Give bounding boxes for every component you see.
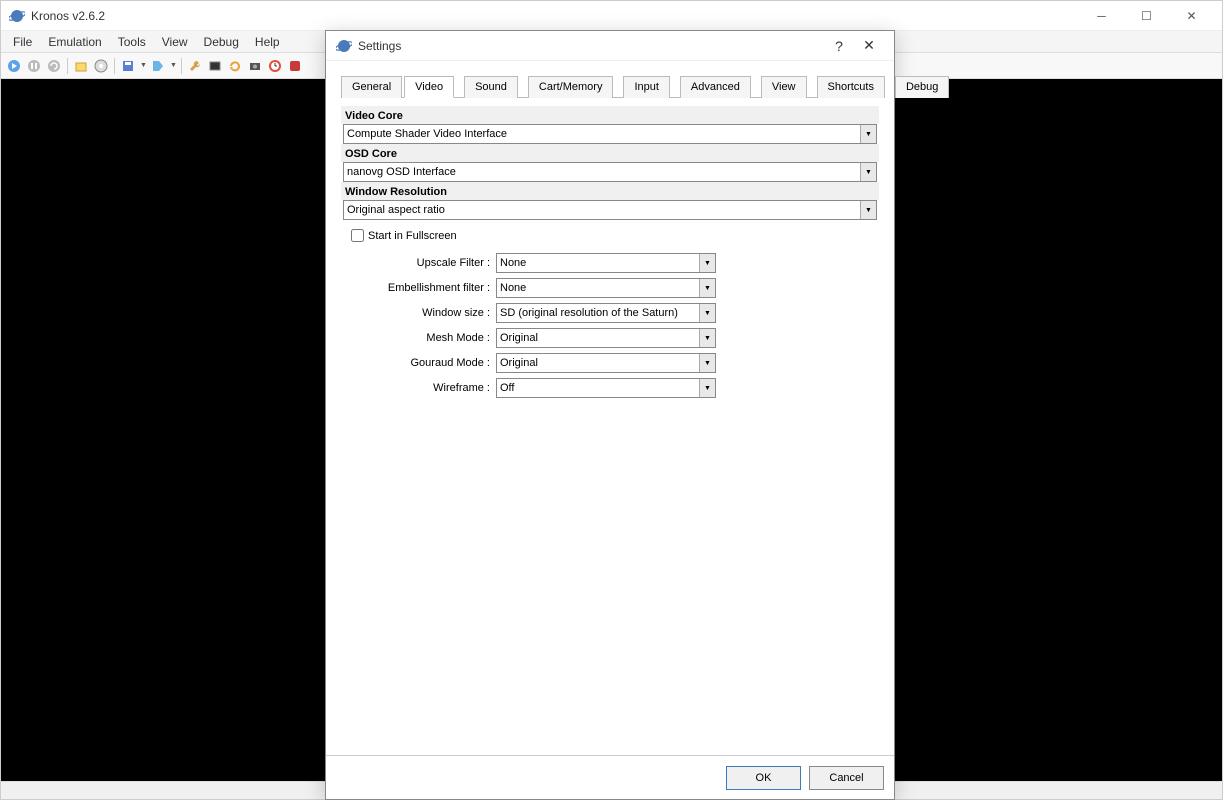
osd-core-label: OSD Core bbox=[341, 144, 879, 162]
upscale-filter-label: Upscale Filter : bbox=[341, 257, 496, 269]
maximize-button[interactable]: ☐ bbox=[1124, 2, 1169, 30]
fullscreen-label: Start in Fullscreen bbox=[368, 230, 457, 242]
embellishment-filter-select[interactable]: None ▼ bbox=[496, 278, 716, 298]
close-button[interactable]: ✕ bbox=[1169, 2, 1214, 30]
window-size-label: Window size : bbox=[341, 307, 496, 319]
video-tab-panel: Video Core Compute Shader Video Interfac… bbox=[341, 98, 879, 755]
wireframe-label: Wireframe : bbox=[341, 382, 496, 394]
upscale-filter-select[interactable]: None ▼ bbox=[496, 253, 716, 273]
toolbar-separator bbox=[67, 58, 68, 74]
tab-advanced[interactable]: Advanced bbox=[680, 76, 751, 98]
tab-cart-memory[interactable]: Cart/Memory bbox=[528, 76, 614, 98]
dialog-title: Settings bbox=[358, 39, 824, 53]
save-icon[interactable] bbox=[119, 57, 137, 75]
mesh-mode-label: Mesh Mode : bbox=[341, 332, 496, 344]
window-title: Kronos v2.6.2 bbox=[31, 9, 1079, 23]
video-core-label: Video Core bbox=[341, 106, 879, 124]
dialog-help-button[interactable]: ? bbox=[824, 32, 854, 60]
screen-icon[interactable] bbox=[206, 57, 224, 75]
play-icon[interactable] bbox=[5, 57, 23, 75]
app-icon bbox=[9, 8, 25, 24]
menu-tools[interactable]: Tools bbox=[110, 33, 154, 51]
tab-view[interactable]: View bbox=[761, 76, 807, 98]
window-resolution-label: Window Resolution bbox=[341, 182, 879, 200]
menu-emulation[interactable]: Emulation bbox=[40, 33, 109, 51]
window-controls: ─ ☐ ✕ bbox=[1079, 2, 1214, 30]
disc-icon[interactable] bbox=[92, 57, 110, 75]
embellishment-filter-label: Embellishment filter : bbox=[341, 282, 496, 294]
mesh-mode-select[interactable]: Original ▼ bbox=[496, 328, 716, 348]
tab-general[interactable]: General bbox=[341, 76, 402, 98]
dropdown-arrow-icon: ▼ bbox=[699, 304, 715, 322]
cancel-button[interactable]: Cancel bbox=[809, 766, 884, 790]
dropdown-arrow-icon: ▼ bbox=[699, 379, 715, 397]
window-size-select[interactable]: SD (original resolution of the Saturn) ▼ bbox=[496, 303, 716, 323]
record-icon[interactable] bbox=[286, 57, 304, 75]
dropdown-arrow-icon: ▼ bbox=[860, 201, 876, 219]
dialog-icon bbox=[336, 38, 352, 54]
ok-button[interactable]: OK bbox=[726, 766, 801, 790]
pause-icon[interactable] bbox=[25, 57, 43, 75]
main-window: Kronos v2.6.2 ─ ☐ ✕ File Emulation Tools… bbox=[0, 0, 1223, 800]
titlebar: Kronos v2.6.2 ─ ☐ ✕ bbox=[1, 1, 1222, 31]
minimize-button[interactable]: ─ bbox=[1079, 2, 1124, 30]
camera-icon[interactable] bbox=[246, 57, 264, 75]
dialog-footer: OK Cancel bbox=[326, 755, 894, 799]
tab-debug[interactable]: Debug bbox=[895, 76, 949, 98]
save-dropdown-icon[interactable]: ▼ bbox=[140, 62, 147, 69]
tab-shortcuts[interactable]: Shortcuts bbox=[817, 76, 885, 98]
video-core-select[interactable]: Compute Shader Video Interface ▼ bbox=[343, 124, 877, 144]
dropdown-arrow-icon: ▼ bbox=[699, 279, 715, 297]
dialog-body: General Video Sound Cart/Memory Input Ad… bbox=[326, 61, 894, 755]
fullscreen-row: Start in Fullscreen bbox=[341, 220, 879, 253]
menu-debug[interactable]: Debug bbox=[196, 33, 247, 51]
wrench-icon[interactable] bbox=[186, 57, 204, 75]
folder-icon[interactable] bbox=[72, 57, 90, 75]
dropdown-arrow-icon: ▼ bbox=[699, 329, 715, 347]
reset-icon[interactable] bbox=[45, 57, 63, 75]
dropdown-arrow-icon: ▼ bbox=[699, 254, 715, 272]
osd-core-select[interactable]: nanovg OSD Interface ▼ bbox=[343, 162, 877, 182]
dropdown-arrow-icon: ▼ bbox=[860, 125, 876, 143]
window-resolution-select[interactable]: Original aspect ratio ▼ bbox=[343, 200, 877, 220]
menu-file[interactable]: File bbox=[5, 33, 40, 51]
refresh-icon[interactable] bbox=[226, 57, 244, 75]
tag-dropdown-icon[interactable]: ▼ bbox=[170, 62, 177, 69]
tag-icon[interactable] bbox=[149, 57, 167, 75]
tab-sound[interactable]: Sound bbox=[464, 76, 518, 98]
dialog-titlebar: Settings ? ✕ bbox=[326, 31, 894, 61]
gouraud-mode-select[interactable]: Original ▼ bbox=[496, 353, 716, 373]
dropdown-arrow-icon: ▼ bbox=[860, 163, 876, 181]
tab-row: General Video Sound Cart/Memory Input Ad… bbox=[341, 75, 879, 98]
settings-dialog: Settings ? ✕ General Video Sound Cart/Me… bbox=[325, 30, 895, 800]
dialog-close-button[interactable]: ✕ bbox=[854, 32, 884, 60]
menu-help[interactable]: Help bbox=[247, 33, 288, 51]
toolbar-separator bbox=[181, 58, 182, 74]
fullscreen-checkbox[interactable] bbox=[351, 229, 364, 242]
toolbar-separator bbox=[114, 58, 115, 74]
menu-view[interactable]: View bbox=[154, 33, 196, 51]
gouraud-mode-label: Gouraud Mode : bbox=[341, 357, 496, 369]
tab-input[interactable]: Input bbox=[623, 76, 669, 98]
dropdown-arrow-icon: ▼ bbox=[699, 354, 715, 372]
tab-video[interactable]: Video bbox=[404, 76, 454, 98]
wireframe-select[interactable]: Off ▼ bbox=[496, 378, 716, 398]
clock-icon[interactable] bbox=[266, 57, 284, 75]
